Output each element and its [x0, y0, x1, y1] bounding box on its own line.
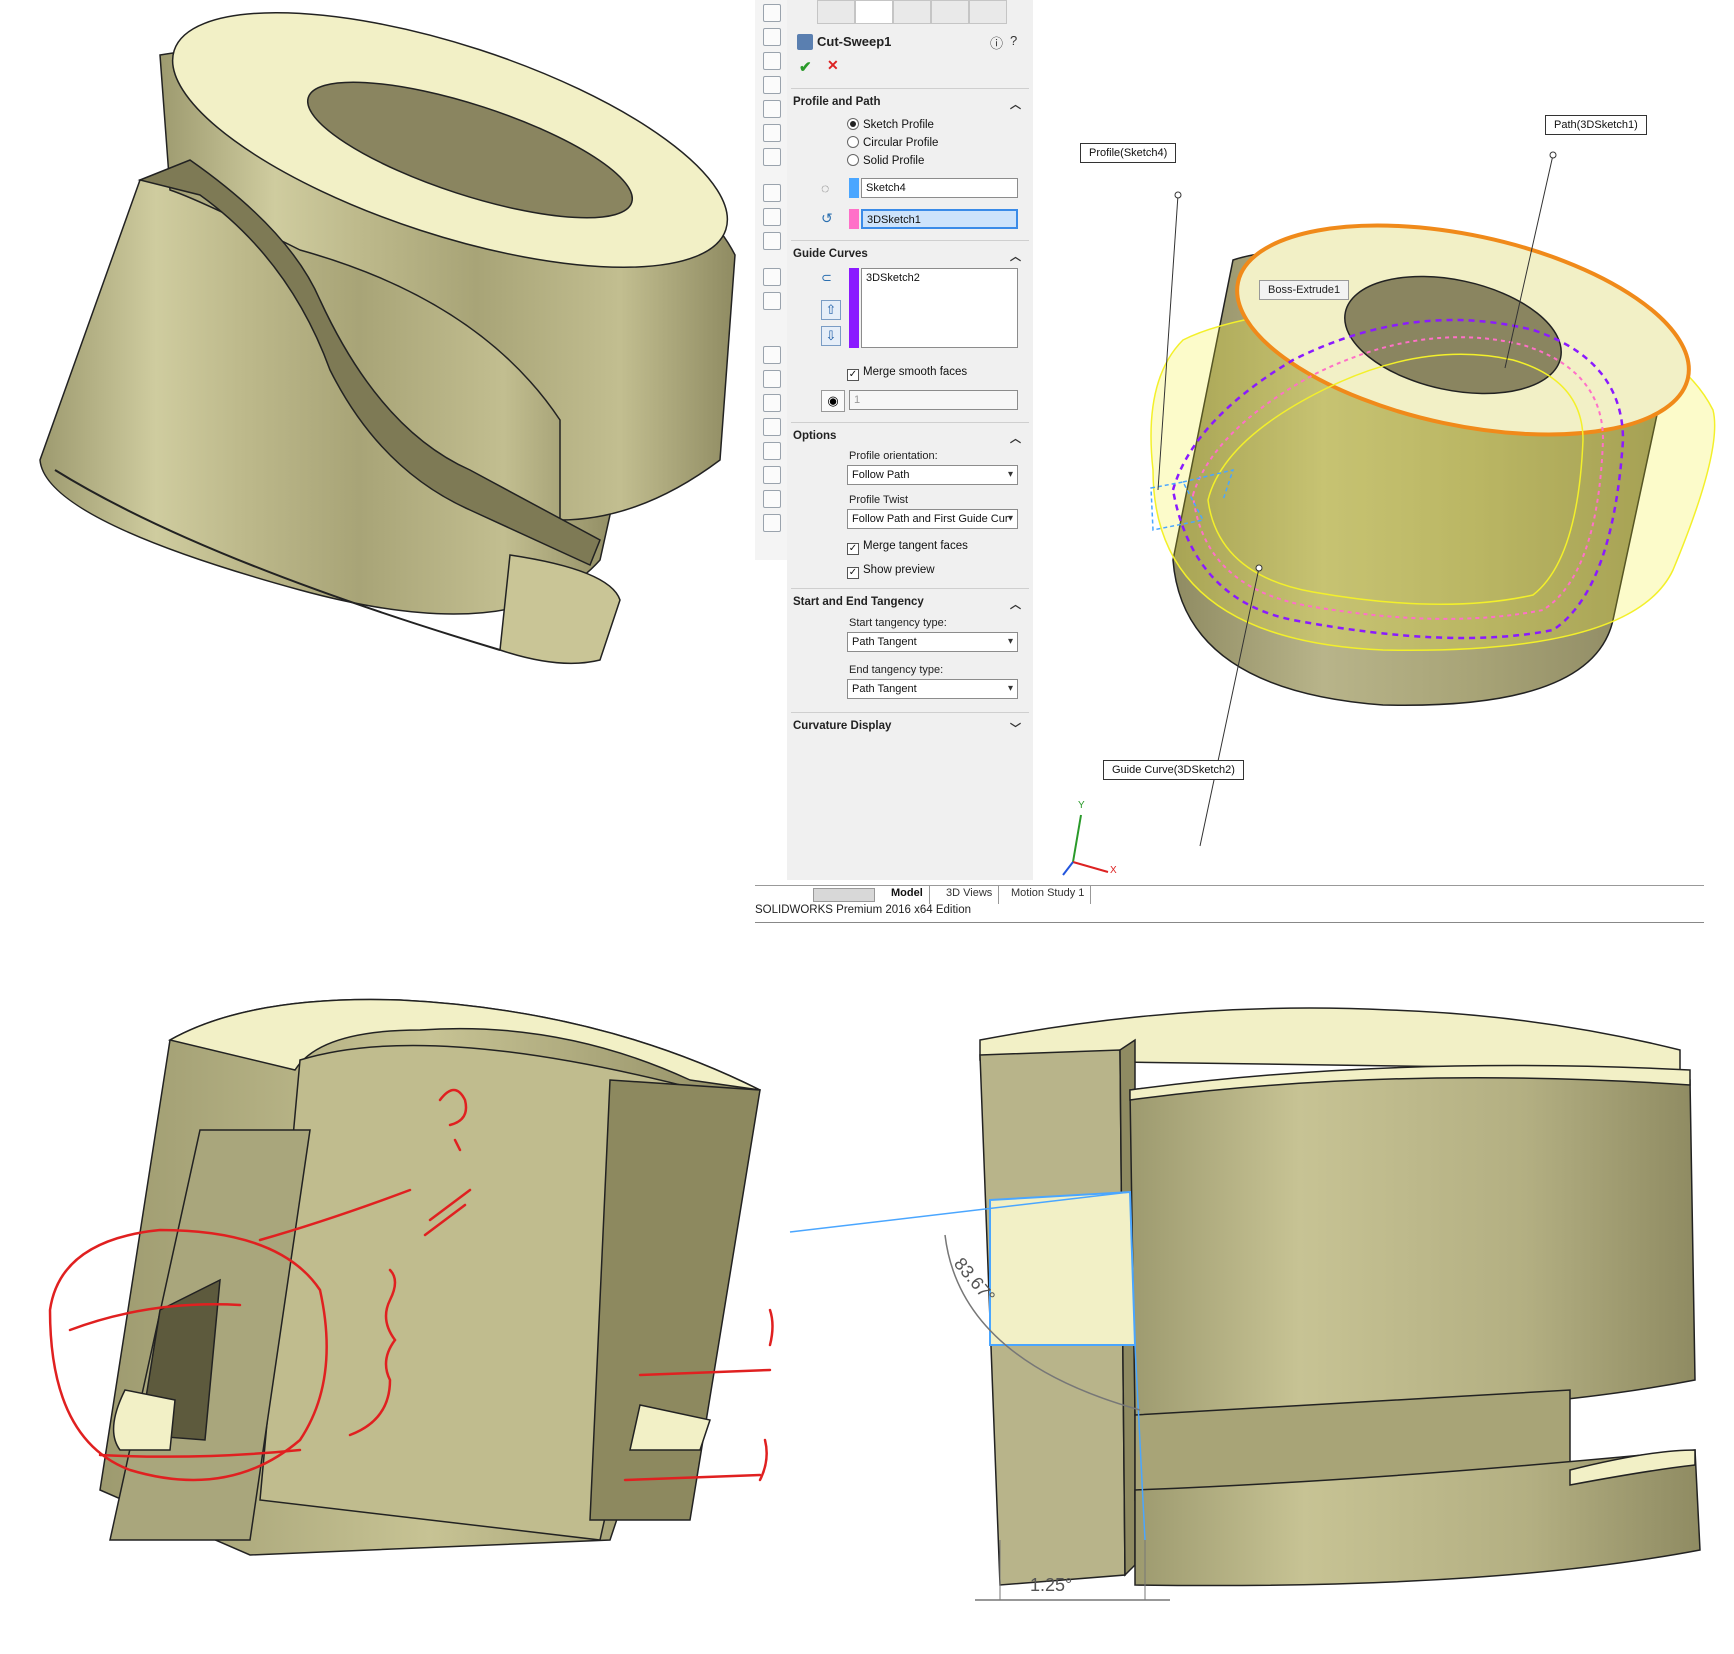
profile-icon: ◌ — [821, 180, 830, 196]
eye-icon[interactable]: ◉ — [821, 390, 845, 412]
help-icon[interactable]: ⓘ — [990, 33, 1003, 52]
sketch-icon[interactable] — [763, 208, 781, 226]
feature-title: Cut-Sweep1 — [817, 34, 892, 49]
move-down-arrow-icon[interactable]: ⇩ — [821, 326, 841, 346]
chevron-down-icon: ▾ — [1007, 683, 1013, 694]
triad-x-label: X — [1110, 865, 1117, 876]
ok-check-icon[interactable]: ✔ — [799, 58, 812, 76]
guide-curve-callout[interactable]: Guide Curve(3DSketch2) — [1103, 760, 1244, 780]
radio-sketch-profile[interactable]: Sketch Profile — [847, 118, 934, 131]
profile-orientation-label: Profile orientation: — [849, 450, 938, 462]
property-manager: Cut-Sweep1 ⓘ ? ✔ ✕ Profile and Path ︿ Ske… — [787, 0, 1034, 880]
manager-tabs — [787, 0, 1033, 24]
cancel-x-icon[interactable]: ✕ — [827, 57, 839, 74]
bottom-left-part-view — [48, 998, 774, 1556]
top-left-part-view — [39, 11, 736, 665]
left-toolstrip — [755, 0, 788, 560]
list-item[interactable]: 3DSketch2 — [866, 271, 1013, 285]
annotation-icon[interactable] — [763, 514, 781, 532]
status-bar: SOLIDWORKS Premium 2016 x64 Edition — [755, 904, 1704, 923]
profile-twist-label: Profile Twist — [849, 494, 909, 506]
start-tangency-select[interactable]: Path Tangent ▾ — [847, 632, 1018, 652]
options-header[interactable]: Options ︿ — [793, 430, 1027, 445]
tab-motion-study[interactable]: Motion Study 1 — [1005, 886, 1092, 904]
notch-lip — [112, 1389, 176, 1451]
help-icon[interactable]: ? — [1010, 33, 1017, 48]
configuration-manager-tab[interactable] — [893, 0, 931, 24]
view-cube-icon[interactable] — [763, 4, 781, 22]
radio-solid-profile[interactable]: Solid Profile — [847, 154, 924, 167]
tab-3d-views[interactable]: 3D Views — [940, 886, 1000, 904]
view-cube-icon[interactable] — [763, 100, 781, 118]
start-tangency-label: Start tangency type: — [849, 617, 947, 629]
merge-tangent-faces-checkbox[interactable]: ✓ Merge tangent faces — [847, 540, 968, 555]
bottom-lip — [499, 554, 621, 665]
annotation-icon[interactable] — [763, 466, 781, 484]
tab-scroll-arrows-icon[interactable] — [813, 888, 875, 902]
profile-orientation-select[interactable]: Follow Path ▾ — [847, 465, 1018, 485]
boss-extrude-callout[interactable]: Boss-Extrude1 — [1259, 280, 1350, 300]
show-preview-checkbox[interactable]: ✓ Show preview — [847, 564, 935, 579]
guide-curves-list[interactable]: 3DSketch2 — [861, 268, 1018, 348]
move-up-arrow-icon[interactable]: ⇧ — [821, 300, 841, 320]
chevron-down-icon: ▾ — [1007, 513, 1013, 524]
bottom-right-part-view — [789, 1007, 1701, 1601]
guide-color-swatch — [849, 268, 859, 348]
path-selection-field[interactable]: 3DSketch1 — [861, 209, 1018, 229]
view-cube-icon[interactable] — [763, 124, 781, 142]
view-cube-icon[interactable] — [763, 28, 781, 46]
path-icon: ↺ — [821, 210, 833, 226]
collapse-chevron-icon[interactable]: ︿ — [1010, 430, 1021, 446]
profile-color-swatch — [849, 178, 859, 198]
sections-spin-field[interactable]: 1 — [849, 390, 1018, 410]
triad-y-label: Y — [1078, 800, 1085, 811]
collapse-chevron-icon[interactable]: ︿ — [1010, 248, 1021, 264]
tab-model[interactable]: Model — [885, 886, 930, 904]
collapse-chevron-icon[interactable]: ︿ — [1010, 96, 1021, 112]
annotation-icon[interactable] — [763, 442, 781, 460]
end-tangency-select[interactable]: Path Tangent ▾ — [847, 679, 1018, 699]
profile-callout[interactable]: Profile(Sketch4) — [1080, 143, 1177, 163]
path-color-swatch — [849, 209, 859, 229]
upper-block — [1129, 1071, 1696, 1417]
right-tab — [589, 1079, 761, 1521]
guide-curves-header[interactable]: Guide Curves ︿ — [793, 248, 1027, 263]
annotation-icon[interactable] — [763, 490, 781, 508]
sketch-profile — [989, 1190, 1137, 1346]
tangency-header[interactable]: Start and End Tangency ︿ — [793, 596, 1027, 611]
expand-chevron-icon[interactable]: ﹀ — [1010, 720, 1021, 736]
annotation-icon[interactable] — [763, 346, 781, 364]
sketch-icon[interactable] — [763, 184, 781, 202]
chevron-down-icon: ▾ — [1007, 469, 1013, 480]
linear-dimension[interactable]: 1.25° — [1030, 1575, 1072, 1596]
curvature-display-header[interactable]: Curvature Display ﹀ — [793, 720, 1027, 735]
annotation-icon[interactable] — [763, 370, 781, 388]
feature-icon[interactable] — [763, 268, 781, 286]
feature-icon[interactable] — [763, 292, 781, 310]
property-manager-tab[interactable] — [855, 0, 893, 24]
guide-curve-icon: ⊂ — [821, 270, 832, 285]
end-tangency-label: End tangency type: — [849, 664, 944, 676]
profile-path-header[interactable]: Profile and Path ︿ — [793, 96, 1027, 111]
view-cube-icon[interactable] — [763, 52, 781, 70]
annotation-icon[interactable] — [763, 394, 781, 412]
graphics-area[interactable]: Profile(Sketch4) Path(3DSketch1) Boss-Ex… — [1033, 0, 1716, 880]
profile-selection-field[interactable]: Sketch4 — [861, 178, 1018, 198]
shaded-icon[interactable] — [763, 148, 781, 166]
merge-smooth-faces-checkbox[interactable]: ✓ Merge smooth faces — [847, 366, 967, 381]
path-callout[interactable]: Path(3DSketch1) — [1545, 115, 1647, 135]
profile-twist-select[interactable]: Follow Path and First Guide Cur ▾ — [847, 509, 1018, 529]
dimxpert-tab[interactable] — [931, 0, 969, 24]
chevron-down-icon: ▾ — [1007, 636, 1013, 647]
annotation-icon[interactable] — [763, 418, 781, 436]
feature-manager-tab[interactable] — [817, 0, 855, 24]
cut-sweep-icon — [797, 34, 813, 50]
bottom-tabs-bar: Model 3D Views Motion Study 1 — [755, 885, 1704, 904]
view-cube-icon[interactable] — [763, 76, 781, 94]
solidworks-window: Cut-Sweep1 ⓘ ? ✔ ✕ Profile and Path ︿ Ske… — [755, 0, 1716, 923]
display-icon[interactable] — [763, 232, 781, 250]
collapse-chevron-icon[interactable]: ︿ — [1010, 596, 1021, 612]
radio-circular-profile[interactable]: Circular Profile — [847, 136, 938, 149]
display-manager-tab[interactable] — [969, 0, 1007, 24]
